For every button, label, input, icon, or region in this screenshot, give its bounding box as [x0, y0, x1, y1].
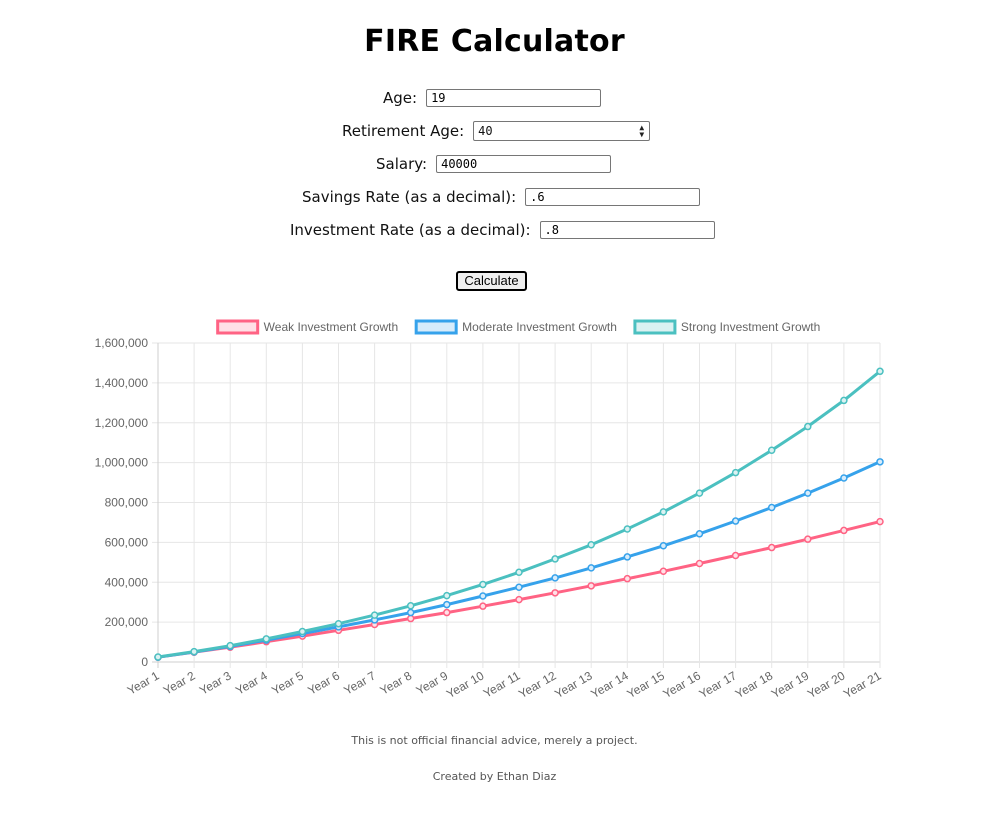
data-point — [623, 525, 632, 533]
x-tick-label: Year 12 — [516, 668, 559, 701]
data-point — [623, 553, 632, 561]
y-tick-label: 1,400,000 — [95, 376, 149, 390]
legend-label: Strong Investment Growth — [681, 320, 820, 334]
data-point — [767, 503, 776, 512]
data-point — [804, 489, 812, 497]
data-point — [695, 559, 704, 568]
disclaimer-text: This is not official financial advice, m… — [351, 734, 638, 747]
data-point — [767, 446, 776, 455]
data-point — [695, 530, 704, 538]
y-tick-label: 0 — [141, 655, 148, 669]
data-point — [587, 582, 595, 590]
data-point — [587, 541, 595, 549]
data-point — [659, 508, 668, 516]
data-point — [479, 602, 487, 610]
data-point — [298, 627, 307, 636]
y-tick-label: 400,000 — [105, 575, 149, 589]
data-point — [659, 567, 668, 576]
x-tick-label: Year 14 — [588, 668, 631, 701]
data-point — [443, 600, 451, 609]
x-tick-label: Year 11 — [481, 668, 523, 700]
data-point — [551, 574, 559, 582]
x-tick-label: Year 3 — [197, 668, 234, 697]
x-tick-label: Year 6 — [305, 668, 342, 697]
x-tick-label: Year 4 — [233, 668, 270, 697]
page: FIRE Calculator Age: 19 Retirement Age: … — [0, 0, 989, 821]
growth-line-chart: 0 200,000 400,000 600,000 800,000 1,000,000 1,… — [95, 319, 884, 701]
data-point — [262, 635, 271, 643]
legend-swatch — [414, 319, 458, 335]
data-point — [406, 602, 415, 610]
x-tick-label: Year 5 — [269, 668, 306, 697]
x-tick-label: Year 17 — [697, 668, 740, 701]
data-point — [479, 592, 487, 600]
data-point — [226, 641, 234, 650]
data-point — [731, 517, 740, 525]
data-point — [406, 614, 415, 623]
legend-label: Moderate Investment Growth — [462, 320, 617, 334]
y-tick-label: 600,000 — [105, 535, 149, 549]
data-point — [876, 517, 884, 526]
y-tick-label: 1,600,000 — [95, 336, 149, 350]
credit-text: Created by Ethan Diaz — [432, 770, 557, 783]
x-tick-label: Year 2 — [161, 668, 198, 697]
x-tick-label: Year 20 — [805, 668, 848, 701]
data-point — [190, 647, 198, 656]
x-tick-label: Year 10 — [444, 668, 487, 701]
data-point — [731, 551, 740, 560]
legend-label: Weak Investment Growth — [264, 320, 399, 334]
x-tick-label: Year 13 — [552, 668, 595, 701]
data-point — [623, 574, 632, 583]
x-tick-label: Year 1 — [125, 668, 162, 697]
data-point — [551, 555, 559, 563]
x-tick-label: Year 19 — [769, 668, 812, 701]
data-point — [406, 608, 415, 617]
data-point — [515, 595, 523, 604]
x-tick-label: Year 15 — [624, 668, 667, 701]
x-tick-label: Year 9 — [414, 668, 451, 697]
data-point — [840, 396, 848, 405]
data-point — [876, 367, 884, 376]
x-tick-label: Year 18 — [733, 668, 776, 701]
y-tick-label: 1,200,000 — [95, 416, 149, 430]
x-tick-label: Year 21 — [841, 668, 884, 701]
y-tick-label: 800,000 — [105, 496, 149, 510]
data-point — [659, 542, 668, 550]
data-point — [767, 543, 776, 552]
data-point — [479, 580, 487, 589]
legend-swatch — [216, 319, 260, 335]
data-point — [443, 608, 451, 617]
data-point — [154, 653, 162, 661]
x-tick-label: Year 8 — [378, 668, 415, 697]
y-tick-label: 1,000,000 — [95, 456, 149, 470]
data-point — [370, 611, 379, 619]
y-tick-label: 200,000 — [105, 615, 149, 629]
data-point — [840, 526, 848, 535]
data-point — [731, 468, 740, 477]
data-point — [840, 474, 848, 482]
data-point — [334, 619, 343, 628]
data-point — [551, 589, 559, 597]
legend-swatch — [633, 319, 677, 335]
data-point — [695, 489, 704, 497]
data-point — [804, 535, 812, 543]
data-point — [587, 564, 595, 572]
data-point — [876, 458, 884, 466]
x-tick-label: Year 7 — [341, 668, 378, 697]
data-point — [515, 568, 523, 577]
data-point — [515, 583, 523, 591]
data-point — [443, 591, 451, 600]
data-point — [804, 422, 812, 431]
x-tick-label: Year 16 — [661, 668, 704, 701]
